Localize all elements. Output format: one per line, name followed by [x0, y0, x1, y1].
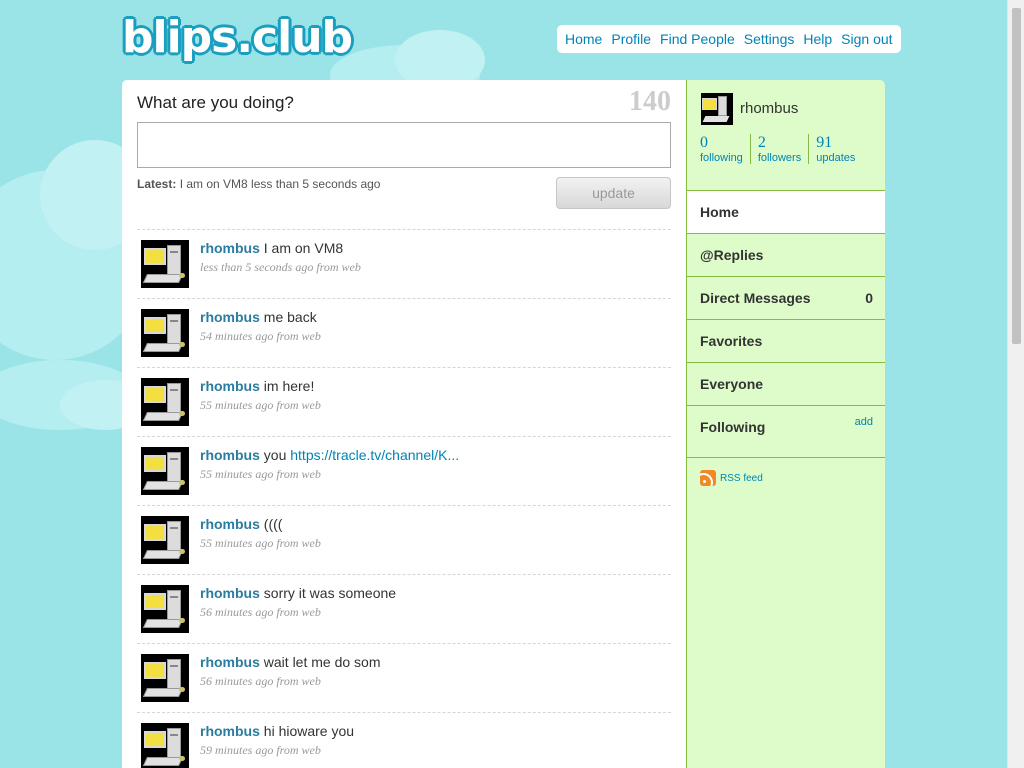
tweet-username[interactable]: rhombus [200, 240, 260, 256]
tweet-text: me back [263, 309, 317, 325]
stat-following[interactable]: 0 following [700, 134, 751, 164]
sidebar-item-favorites[interactable]: Favorites [687, 319, 885, 362]
sidebar-item-following[interactable]: Following add [687, 405, 885, 458]
stat-followers-count: 2 [757, 134, 766, 151]
tweet-timestamp[interactable]: 55 minutes ago from web [200, 398, 321, 413]
tweet-timestamp[interactable]: 55 minutes ago from web [200, 536, 321, 551]
tweet-username[interactable]: rhombus [200, 378, 260, 394]
tweet-timestamp[interactable]: 59 minutes ago from web [200, 743, 321, 758]
timeline-item: rhombus me back 54 minutes ago from web [137, 298, 671, 367]
tweet-username[interactable]: rhombus [200, 585, 260, 601]
tweet-username[interactable]: rhombus [200, 447, 260, 463]
profile-username[interactable]: rhombus [740, 100, 798, 117]
page-scrollbar[interactable] [1007, 0, 1024, 768]
sidebar-item-home[interactable]: Home [687, 190, 885, 233]
sidebar-item-everyone[interactable]: Everyone [687, 362, 885, 405]
timeline-item: rhombus I am on VM8 less than 5 seconds a… [137, 229, 671, 298]
timeline: rhombus I am on VM8 less than 5 seconds a… [137, 229, 671, 768]
stat-followers[interactable]: 2 followers [757, 134, 810, 164]
tweet-link[interactable]: https://tracle.tv/channel/K... [290, 447, 459, 463]
tweet-username[interactable]: rhombus [200, 654, 260, 670]
direct-messages-count: 0 [865, 290, 873, 306]
avatar[interactable] [141, 447, 189, 495]
tweet-body: rhombus hi hioware you [200, 723, 354, 739]
stat-updates-count: 91 [816, 134, 833, 151]
sidebar-item-replies[interactable]: @Replies [687, 233, 885, 276]
timeline-item: rhombus im here! 55 minutes ago from web [137, 367, 671, 436]
stat-updates-label: updates [816, 152, 856, 164]
avatar[interactable] [141, 240, 189, 288]
tweet-username[interactable]: rhombus [200, 723, 260, 739]
timeline-item: rhombus sorry it was someone 56 minutes a… [137, 574, 671, 643]
tweet-body: rhombus wait let me do som [200, 654, 381, 670]
latest-label: Latest: [137, 177, 177, 191]
rss-feed-link[interactable]: RSS feed [700, 470, 763, 486]
top-nav: Home Profile Find People Settings Help S… [557, 25, 901, 53]
avatar[interactable] [141, 309, 189, 357]
tweet-body: rhombus you https://tracle.tv/channel/K.… [200, 447, 459, 463]
latest-status: Latest: I am on VM8 less than 5 seconds … [137, 177, 380, 191]
profile-stats: 0 following 2 followers 91 updates [700, 134, 869, 164]
sidebar-menu: Home @Replies Direct Messages 0 Favorite… [687, 190, 885, 458]
nav-home-link[interactable]: Home [565, 31, 602, 47]
tweet-body: rhombus im here! [200, 378, 314, 394]
tweet-text: wait let me do som [263, 654, 381, 670]
tweet-body: rhombus sorry it was someone [200, 585, 396, 601]
site-logo[interactable]: blips.club [122, 12, 353, 63]
tweet-timestamp[interactable]: 56 minutes ago from web [200, 605, 321, 620]
avatar[interactable] [141, 723, 189, 768]
sidebar: rhombus 0 following 2 followers 91 updat… [686, 80, 885, 768]
timeline-item: rhombus wait let me do som 56 minutes ago… [137, 643, 671, 712]
timeline-item: rhombus you https://tracle.tv/channel/K.… [137, 436, 671, 505]
tweet-username[interactable]: rhombus [200, 309, 260, 325]
tweet-body: rhombus me back [200, 309, 317, 325]
update-button[interactable]: update [556, 177, 671, 209]
avatar[interactable] [141, 585, 189, 633]
tweet-username[interactable]: rhombus [200, 516, 260, 532]
tweet-body: rhombus (((( [200, 516, 282, 532]
tweet-text: you [263, 447, 287, 463]
character-counter: 140 [629, 86, 671, 117]
nav-sign-out-link[interactable]: Sign out [841, 31, 892, 47]
status-prompt: What are you doing? [137, 93, 294, 112]
tweet-timestamp[interactable]: less than 5 seconds ago from web [200, 260, 361, 275]
nav-settings-link[interactable]: Settings [744, 31, 795, 47]
scrollbar-thumb[interactable] [1012, 8, 1021, 344]
tweet-timestamp[interactable]: 55 minutes ago from web [200, 467, 321, 482]
tweet-body: rhombus I am on VM8 [200, 240, 343, 256]
sidebar-item-direct-messages[interactable]: Direct Messages 0 [687, 276, 885, 319]
timeline-item: rhombus hi hioware you 59 minutes ago fro… [137, 712, 671, 768]
avatar[interactable] [141, 378, 189, 426]
stat-following-count: 0 [700, 134, 708, 151]
following-add-link[interactable]: add [855, 401, 873, 443]
tweet-text: I am on VM8 [263, 240, 344, 256]
nav-find-people-link[interactable]: Find People [660, 31, 735, 47]
stat-followers-label: followers [757, 152, 802, 164]
avatar[interactable] [141, 516, 189, 564]
sidebar-item-label: Direct Messages [700, 290, 811, 306]
tweet-text: (((( [263, 516, 283, 532]
rss-label: RSS feed [720, 472, 763, 484]
latest-text: I am on VM8 less than 5 seconds ago [179, 177, 381, 191]
stat-updates[interactable]: 91 updates [816, 134, 862, 164]
stat-following-label: following [700, 152, 743, 164]
sidebar-item-label: Following [700, 419, 766, 435]
tweet-text: hi hioware you [263, 723, 355, 739]
avatar[interactable] [701, 93, 733, 125]
tweet-timestamp[interactable]: 56 minutes ago from web [200, 674, 321, 689]
avatar[interactable] [141, 654, 189, 702]
timeline-item: rhombus (((( 55 minutes ago from web [137, 505, 671, 574]
rss-icon [700, 470, 716, 486]
main-content: What are you doing? 140 Latest: I am on … [122, 80, 686, 768]
tweet-text: im here! [263, 378, 315, 394]
tweet-timestamp[interactable]: 54 minutes ago from web [200, 329, 321, 344]
tweet-text: sorry it was someone [263, 585, 397, 601]
status-input[interactable] [137, 122, 671, 168]
nav-help-link[interactable]: Help [803, 31, 832, 47]
nav-profile-link[interactable]: Profile [611, 31, 651, 47]
